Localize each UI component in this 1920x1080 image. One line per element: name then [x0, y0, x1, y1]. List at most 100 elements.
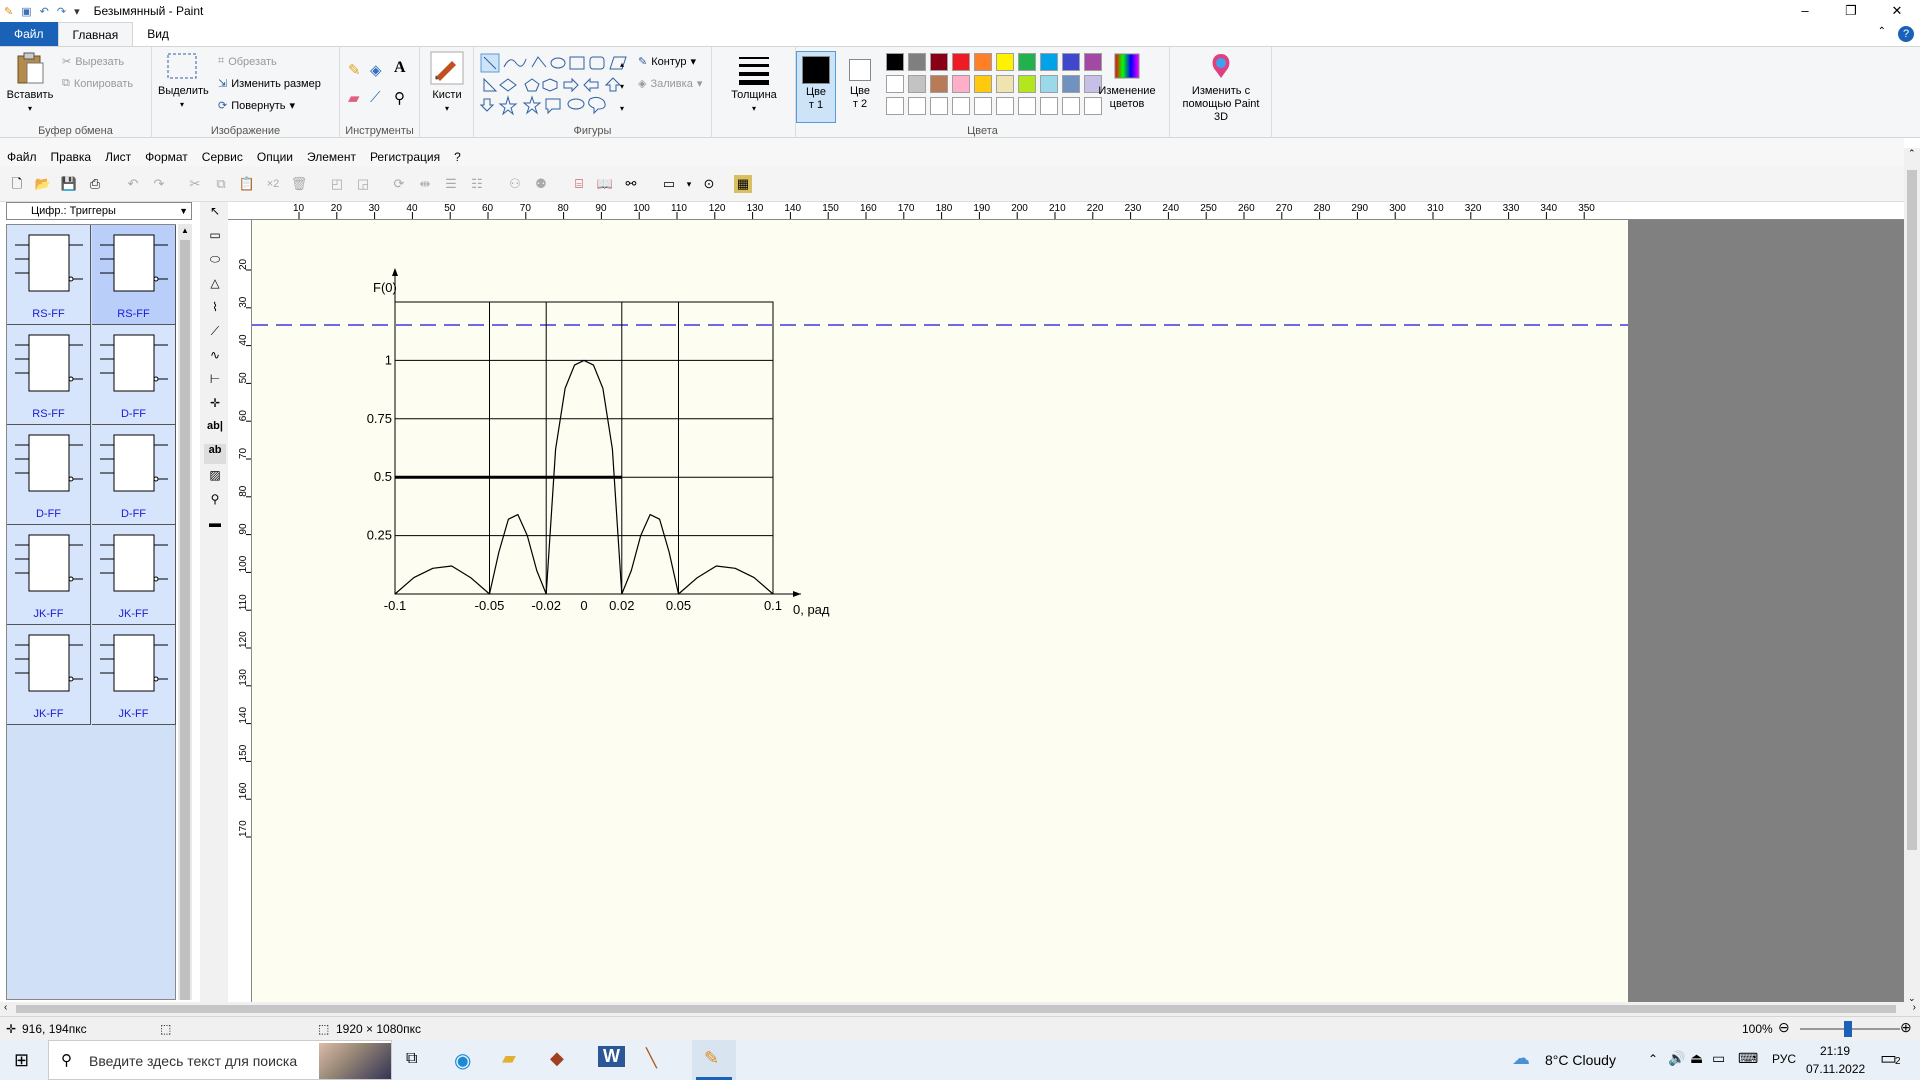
customize-quick-access-icon[interactable]: ▾ [74, 5, 80, 18]
text-frame-tool-icon[interactable]: ab [204, 444, 226, 464]
menu-sheet[interactable]: Лист [98, 150, 138, 164]
copy-app-icon[interactable]: ⧉ [212, 175, 230, 193]
zoom-fit-icon[interactable]: ⊙ [700, 175, 718, 193]
library-selector[interactable]: Цифр.: Триггеры ▼ [6, 202, 192, 220]
pen-app-icon[interactable]: ╲ [646, 1048, 657, 1069]
vertical-scroll-thumb[interactable] [1907, 170, 1917, 850]
save-icon[interactable]: ▣ [21, 5, 31, 18]
keyboard-icon[interactable]: ⌨ [1738, 1050, 1758, 1067]
menu-registration[interactable]: Регистрация [363, 150, 447, 164]
language-indicator[interactable]: РУС [1772, 1052, 1796, 1066]
library-scrollbar[interactable]: ▲ [178, 224, 192, 1000]
print-icon[interactable]: ⎙ [86, 175, 104, 193]
horizontal-scroll-thumb[interactable] [16, 1005, 1896, 1013]
collapse-ribbon-icon[interactable]: ⌃ [1878, 26, 1886, 37]
rotate-app-icon[interactable]: ⟳ [390, 175, 408, 193]
library-item[interactable]: RS-FF [7, 325, 91, 425]
palette-swatch[interactable] [886, 53, 904, 71]
clock-date[interactable]: 07.11.2022 [1806, 1062, 1865, 1076]
image-tool-icon[interactable]: ▨ [204, 468, 226, 488]
save-file-icon[interactable]: 💾 [60, 175, 78, 193]
horizontal-scrollbar[interactable]: ‹ › [0, 1002, 1920, 1016]
volume-icon[interactable]: 🔊 [1668, 1050, 1685, 1067]
palette-swatch[interactable] [886, 75, 904, 93]
menu-edit[interactable]: Правка [44, 150, 99, 164]
select-button[interactable]: Выделить ▾ [158, 51, 209, 111]
menu-help[interactable]: ? [447, 150, 468, 164]
group-icon[interactable]: ⚇ [506, 175, 524, 193]
dimension-tool-icon[interactable]: ⊢ [204, 372, 226, 392]
zoom-slider-thumb[interactable] [1844, 1021, 1852, 1037]
size-button[interactable]: Толщина ▾ [726, 53, 782, 115]
tab-file[interactable]: Файл [0, 22, 58, 46]
library-item[interactable]: D-FF [7, 425, 91, 525]
paint-taskbar-button[interactable]: ✎ [692, 1040, 736, 1080]
text-tool-icon[interactable]: A [394, 59, 406, 77]
file-explorer-icon[interactable]: ▰ [502, 1048, 516, 1069]
ellipse-tool-icon[interactable]: ⬭ [204, 252, 226, 272]
search-box[interactable]: ⚲ Введите здесь текст для поиска [48, 1040, 392, 1080]
library-item[interactable]: RS-FF [92, 225, 176, 325]
palette-swatch[interactable] [996, 97, 1014, 115]
menu-options[interactable]: Опции [250, 150, 300, 164]
new-icon[interactable]: 🗋 [8, 175, 26, 193]
palette-swatch[interactable] [1040, 75, 1058, 93]
tab-view[interactable]: Вид [133, 22, 183, 46]
palette-swatch[interactable] [952, 75, 970, 93]
library-item[interactable]: D-FF [92, 325, 176, 425]
palette-swatch[interactable] [930, 53, 948, 71]
crop-button[interactable]: ⌗ Обрезать [218, 55, 277, 68]
palette-swatch[interactable] [974, 53, 992, 71]
menu-service[interactable]: Сервис [195, 150, 250, 164]
weather-text[interactable]: 8°C Cloudy [1545, 1052, 1616, 1068]
palette-swatch[interactable] [974, 75, 992, 93]
scroll-up-icon[interactable]: ⌃ [1908, 148, 1916, 159]
palette-swatch[interactable] [1062, 75, 1080, 93]
library-item[interactable]: RS-FF [7, 225, 91, 325]
eraser-icon[interactable]: ▰ [348, 89, 360, 107]
polygon-tool-icon[interactable]: △ [204, 276, 226, 296]
palette-swatch[interactable] [886, 97, 904, 115]
library-item[interactable]: D-FF [92, 425, 176, 525]
palette-swatch[interactable] [996, 75, 1014, 93]
palette-swatch[interactable] [908, 75, 926, 93]
open-icon[interactable]: 📂 [34, 175, 52, 193]
picture-icon[interactable]: ▦ [734, 175, 752, 193]
palette-swatch[interactable] [1062, 53, 1080, 71]
page-dropdown-icon[interactable]: ▾ [680, 175, 698, 193]
book-icon[interactable]: 📖 [596, 175, 614, 193]
undo-app-icon[interactable]: ↶ [124, 175, 142, 193]
zoom-tool-icon[interactable]: ⚲ [204, 492, 226, 512]
app-icon[interactable]: ◆ [550, 1048, 564, 1069]
menu-element[interactable]: Элемент [300, 150, 363, 164]
resize-button[interactable]: ⇲ Изменить размер [218, 77, 321, 91]
palette-swatch[interactable] [930, 75, 948, 93]
start-icon[interactable]: ⊞ [14, 1050, 29, 1071]
menu-file[interactable]: Файл [0, 150, 44, 164]
palette-swatch[interactable] [1018, 53, 1036, 71]
library-item[interactable]: JK-FF [7, 525, 91, 625]
redo-icon[interactable]: ↷ [57, 5, 66, 18]
paint3d-button[interactable]: Изменить с помощью Paint 3D [1174, 51, 1268, 124]
node-tool-icon[interactable]: ✛ [204, 396, 226, 416]
clock-time[interactable]: 21:19 [1820, 1044, 1850, 1058]
undo-icon[interactable]: ↶ [40, 5, 49, 18]
drawing-canvas[interactable]: -0.1 -0.05 -0.02 0 0.02 0.05 0.1 0.25 0.5 0.75 1 F(… [252, 220, 1628, 1002]
palette-swatch[interactable] [1040, 53, 1058, 71]
scroll-right-icon[interactable]: › [1913, 1002, 1916, 1013]
palette-swatch[interactable] [974, 97, 992, 115]
connection-icon[interactable]: ⌸ [570, 175, 588, 193]
text-tool-a-icon[interactable]: ab| [204, 420, 226, 440]
send-back-icon[interactable]: ◲ [354, 175, 372, 193]
library-item[interactable]: JK-FF [7, 625, 91, 725]
word-icon[interactable]: W [598, 1046, 625, 1067]
distribute-icon[interactable]: ☷ [468, 175, 486, 193]
palette-swatch[interactable] [952, 97, 970, 115]
fill-bucket-icon[interactable]: ◈ [370, 61, 382, 79]
scroll-left-icon[interactable]: ‹ [4, 1002, 7, 1013]
zoom-out-button[interactable]: ⊖ [1778, 1019, 1790, 1036]
tray-chevron-icon[interactable]: ⌃ [1648, 1052, 1658, 1066]
palette-swatch[interactable] [996, 53, 1014, 71]
ungroup-icon[interactable]: ⚉ [532, 175, 550, 193]
paste-button[interactable]: Вставить ▾ [4, 51, 56, 115]
